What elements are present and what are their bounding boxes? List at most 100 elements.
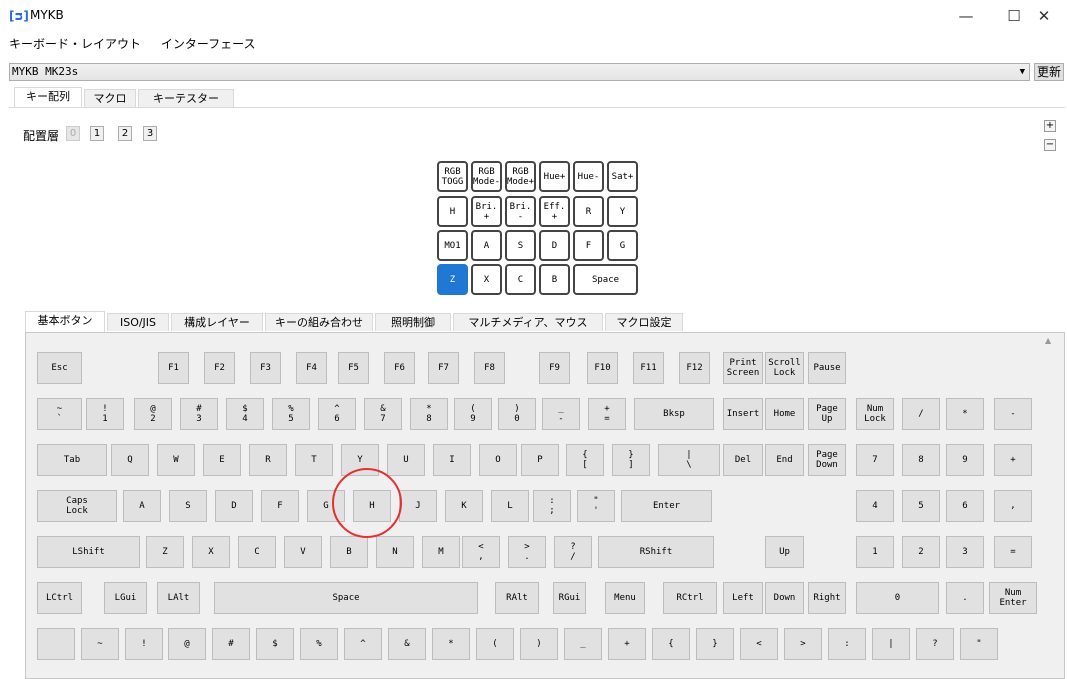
scroll-up-icon[interactable]: ▲: [1045, 336, 1051, 345]
key-home-button[interactable]: Home: [765, 398, 804, 430]
key-symbol-button[interactable]: >: [784, 628, 822, 660]
key-x-button[interactable]: X: [192, 536, 230, 568]
key-y-button[interactable]: Y: [341, 444, 379, 476]
tab-macro-settings[interactable]: マクロ設定: [605, 313, 683, 331]
key-menu-button[interactable]: Menu: [605, 582, 645, 614]
key-9-button[interactable]: 9: [946, 444, 984, 476]
key-f1-button[interactable]: F1: [158, 352, 189, 384]
key-left-button[interactable]: Left: [723, 582, 763, 614]
key-0-button[interactable]: ) 0: [498, 398, 536, 430]
key-5-button[interactable]: 5: [902, 490, 940, 522]
key-insert-button[interactable]: Insert: [723, 398, 763, 430]
key-page-down-button[interactable]: Page Down: [808, 444, 846, 476]
preview-key-r[interactable]: R: [573, 196, 604, 227]
key-f6-button[interactable]: F6: [384, 352, 415, 384]
key-f10-button[interactable]: F10: [587, 352, 618, 384]
preview-key-rgb-mode[interactable]: RGB Mode-: [471, 161, 502, 192]
key-enter-button[interactable]: Enter: [621, 490, 712, 522]
key-q-button[interactable]: Q: [111, 444, 149, 476]
key-o-button[interactable]: O: [479, 444, 517, 476]
key-b-button[interactable]: B: [330, 536, 368, 568]
key-symbol-button[interactable]: ^: [344, 628, 382, 660]
key-symbol-button[interactable]: -: [994, 398, 1032, 430]
key-g-button[interactable]: G: [307, 490, 345, 522]
key-1-button[interactable]: ! 1: [86, 398, 124, 430]
key-symbol-button[interactable]: | \: [658, 444, 720, 476]
key-f8-button[interactable]: F8: [474, 352, 505, 384]
preview-key-hue[interactable]: Hue-: [573, 161, 604, 192]
key-s-button[interactable]: S: [169, 490, 207, 522]
key-right-button[interactable]: Right: [808, 582, 846, 614]
tab-key-layout[interactable]: キー配列: [14, 87, 82, 108]
menu-keyboard-layout[interactable]: キーボード・レイアウト: [9, 37, 141, 51]
key-f4-button[interactable]: F4: [296, 352, 327, 384]
key-pause-button[interactable]: Pause: [808, 352, 846, 384]
key-symbol-button[interactable]: ,: [994, 490, 1032, 522]
key-lctrl-button[interactable]: LCtrl: [37, 582, 82, 614]
key-p-button[interactable]: P: [521, 444, 559, 476]
key-r-button[interactable]: R: [249, 444, 287, 476]
key-l-button[interactable]: L: [491, 490, 529, 522]
preview-key-h[interactable]: H: [437, 196, 468, 227]
layer-0-button[interactable]: 0: [66, 126, 80, 141]
key-symbol-button[interactable]: *: [432, 628, 470, 660]
key-f5-button[interactable]: F5: [338, 352, 369, 384]
key-8-button[interactable]: * 8: [410, 398, 448, 430]
key-symbol-button[interactable]: < ,: [462, 536, 500, 568]
key-lalt-button[interactable]: LAlt: [157, 582, 200, 614]
key-bksp-button[interactable]: Bksp: [634, 398, 714, 430]
key-t-button[interactable]: T: [295, 444, 333, 476]
preview-key-mo1[interactable]: MO1: [437, 230, 468, 261]
key-symbol-button[interactable]: : ;: [533, 490, 571, 522]
key-symbol-button[interactable]: " ': [577, 490, 615, 522]
preview-key-z[interactable]: Z: [437, 264, 468, 295]
key-d-button[interactable]: D: [215, 490, 253, 522]
preview-key-c[interactable]: C: [505, 264, 536, 295]
preview-key-sat[interactable]: Sat+: [607, 161, 638, 192]
key-m-button[interactable]: M: [422, 536, 460, 568]
key-caps-lock-button[interactable]: Caps Lock: [37, 490, 117, 522]
key-symbol-button[interactable]: @: [168, 628, 206, 660]
key-page-up-button[interactable]: Page Up: [808, 398, 846, 430]
key-space-button[interactable]: Space: [214, 582, 478, 614]
key-i-button[interactable]: I: [433, 444, 471, 476]
key-symbol-button[interactable]: ?: [916, 628, 954, 660]
key-symbol-button[interactable]: <: [740, 628, 778, 660]
preview-key-rgb-mode[interactable]: RGB Mode+: [505, 161, 536, 192]
preview-key-d[interactable]: D: [539, 230, 570, 261]
tab-key-tester[interactable]: キーテスター: [138, 89, 234, 107]
key-e-button[interactable]: E: [203, 444, 241, 476]
key-symbol-button[interactable]: + =: [588, 398, 626, 430]
key-5-button[interactable]: % 5: [272, 398, 310, 430]
preview-key-hue[interactable]: Hue+: [539, 161, 570, 192]
key-symbol-button[interactable]: .: [946, 582, 984, 614]
key-symbol-button[interactable]: ): [520, 628, 558, 660]
layer-3-button[interactable]: 3: [143, 126, 157, 141]
key-f-button[interactable]: F: [261, 490, 299, 522]
close-button[interactable]: ✕: [1021, 4, 1067, 28]
preview-key-eff[interactable]: Eff. +: [539, 196, 570, 227]
tab-layer-composition[interactable]: 構成レイヤー: [171, 313, 263, 331]
key-ralt-button[interactable]: RAlt: [495, 582, 539, 614]
key-esc-button[interactable]: Esc: [37, 352, 82, 384]
preview-key-rgb-togg[interactable]: RGB TOGG: [437, 161, 468, 192]
zoom-out-button[interactable]: −: [1044, 139, 1056, 151]
preview-key-bri[interactable]: Bri. -: [505, 196, 536, 227]
key-1-button[interactable]: 1: [856, 536, 894, 568]
key-u-button[interactable]: U: [387, 444, 425, 476]
key-c-button[interactable]: C: [238, 536, 276, 568]
tab-lighting-control[interactable]: 照明制御: [375, 313, 451, 331]
key-del-button[interactable]: Del: [723, 444, 763, 476]
key-scroll-lock-button[interactable]: Scroll Lock: [765, 352, 804, 384]
key-symbol-button[interactable]: =: [994, 536, 1032, 568]
key-symbol-button[interactable]: }: [696, 628, 734, 660]
key-symbol-button[interactable]: *: [946, 398, 984, 430]
zoom-in-button[interactable]: +: [1044, 120, 1056, 132]
key-f7-button[interactable]: F7: [428, 352, 459, 384]
preview-key-space[interactable]: Space: [573, 264, 638, 295]
key-3-button[interactable]: # 3: [180, 398, 218, 430]
key-f9-button[interactable]: F9: [539, 352, 570, 384]
key-j-button[interactable]: J: [399, 490, 437, 522]
chevron-down-icon[interactable]: ▼: [1020, 64, 1025, 80]
tab-macro[interactable]: マクロ: [84, 89, 136, 107]
